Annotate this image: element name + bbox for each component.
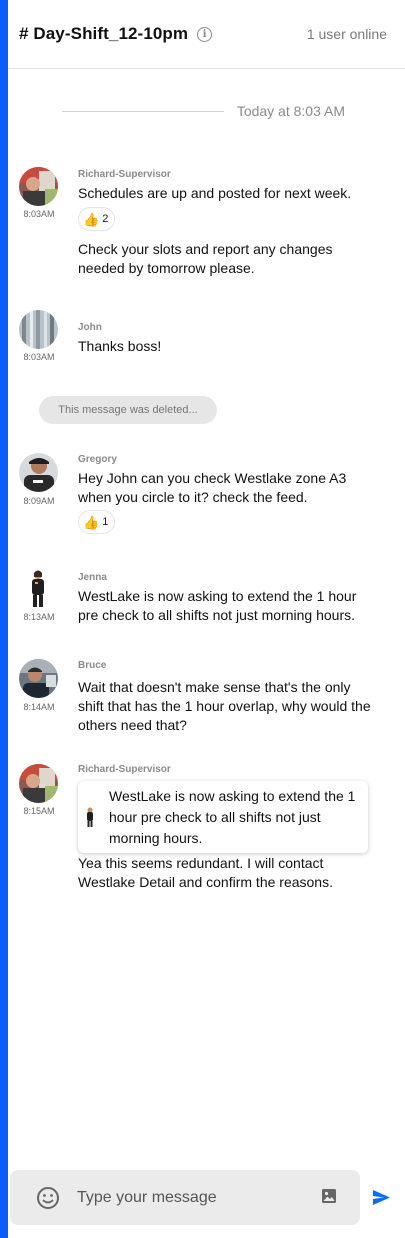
date-label: Today at 8:03 AM xyxy=(236,103,345,119)
reaction-count: 1 xyxy=(102,516,109,528)
online-status: 1 user online xyxy=(306,26,387,42)
reaction-button[interactable]: 👍 2 xyxy=(78,207,116,231)
message-composer xyxy=(10,1170,360,1225)
message-text: Hey John can you check Westlake zone A3 … xyxy=(78,470,347,505)
message-time: 8:14AM xyxy=(23,702,55,712)
avatar[interactable] xyxy=(19,310,58,349)
avatar[interactable] xyxy=(19,167,58,206)
author-name[interactable]: Richard-Supervisor xyxy=(78,169,171,180)
avatar[interactable] xyxy=(19,569,58,608)
accent-bar xyxy=(0,0,8,1238)
channel-header: # Day-Shift_12-10pm i 1 user online xyxy=(8,0,405,69)
avatar[interactable] xyxy=(19,659,58,698)
message-time: 8:03AM xyxy=(23,352,55,362)
image-icon[interactable] xyxy=(321,1188,337,1204)
message: 8:03AM John Thanks boss! xyxy=(19,310,395,365)
message: 8:14AM Bruce Wait that doesn't make sens… xyxy=(19,659,395,734)
message-time: 8:09AM xyxy=(23,496,55,506)
deleted-message-notice: This message was deleted... xyxy=(39,396,217,424)
thumbs-up-icon: 👍 xyxy=(83,514,100,530)
quoted-text: WestLake is now asking to extend the 1 h… xyxy=(109,788,356,846)
quoted-author-avatar xyxy=(87,807,93,827)
message-time: 8:15AM xyxy=(23,806,55,816)
message: 8:03AM Richard-Supervisor Schedules are … xyxy=(19,167,395,282)
author-name[interactable]: Gregory xyxy=(78,454,117,465)
avatar[interactable] xyxy=(19,764,58,803)
message: 8:13AM Jenna WestLake is now asking to e… xyxy=(19,569,395,624)
message-time: 8:03AM xyxy=(23,209,55,219)
emoji-icon[interactable] xyxy=(36,1186,60,1210)
message-text: Yea this seems redundant. I will contact… xyxy=(78,855,333,890)
send-icon[interactable] xyxy=(372,1188,391,1207)
reaction-button[interactable]: 👍 1 xyxy=(78,510,116,534)
info-icon[interactable]: i xyxy=(197,26,213,42)
quoted-message[interactable]: WestLake is now asking to extend the 1 h… xyxy=(78,781,368,853)
message-text: Wait that doesn't make sense that's the … xyxy=(78,679,371,733)
divider xyxy=(62,110,224,112)
author-name[interactable]: Bruce xyxy=(78,660,106,671)
author-name[interactable]: Jenna xyxy=(78,572,107,583)
author-name[interactable]: Richard-Supervisor xyxy=(78,764,171,775)
message: 8:09AM Gregory Hey John can you check We… xyxy=(19,453,395,538)
message-text: Schedules are up and posted for next wee… xyxy=(78,185,352,201)
message-input[interactable] xyxy=(77,1184,307,1212)
avatar[interactable] xyxy=(19,453,58,492)
reaction-count: 2 xyxy=(102,213,109,225)
message-text: Check your slots and report any changes … xyxy=(78,241,333,276)
message-text: WestLake is now asking to extend the 1 h… xyxy=(78,588,357,623)
channel-title: # Day-Shift_12-10pm xyxy=(19,24,189,43)
message-time: 8:13AM xyxy=(23,612,55,622)
author-name[interactable]: John xyxy=(78,322,102,333)
message-text: Thanks boss! xyxy=(78,338,162,354)
date-separator: Today at 8:03 AM xyxy=(62,102,345,120)
thumbs-up-icon: 👍 xyxy=(83,211,100,227)
